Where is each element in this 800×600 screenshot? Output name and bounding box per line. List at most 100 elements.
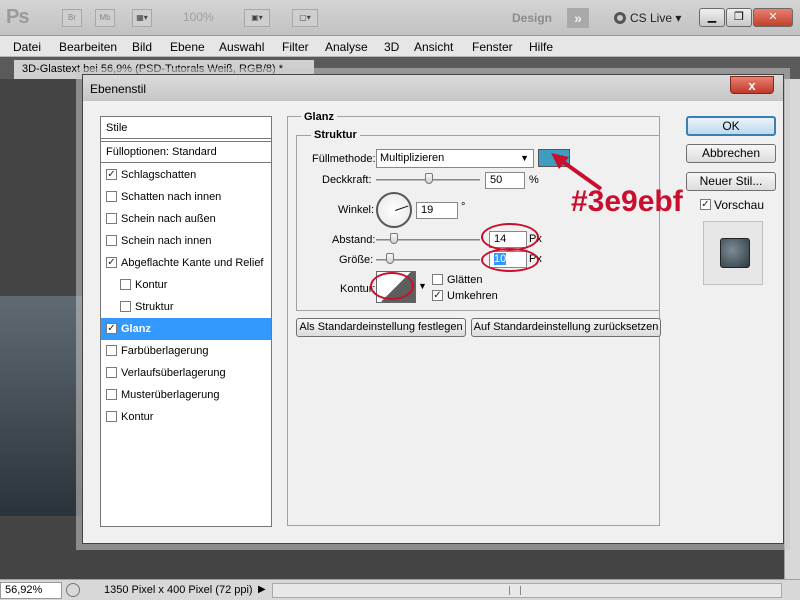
opacity-slider-thumb[interactable] — [425, 173, 433, 184]
styles-header[interactable]: Stile — [101, 117, 271, 139]
menu-auswahl[interactable]: Auswahl — [219, 40, 264, 54]
distance-highlight-ring — [481, 223, 539, 251]
angle-input[interactable]: 19 — [416, 202, 458, 219]
menu-ebene[interactable]: Ebene — [170, 40, 205, 54]
style-item-kontur-sub[interactable]: Kontur — [101, 274, 271, 296]
blending-options-item[interactable]: Fülloptionen: Standard — [101, 141, 271, 163]
minibridge-button[interactable]: Mb — [95, 9, 115, 27]
bridge-button[interactable]: Br — [62, 9, 82, 27]
status-zoom-field[interactable]: 56,92% — [0, 582, 62, 599]
menu-bild[interactable]: Bild — [132, 40, 152, 54]
app-close-icon[interactable]: ✕ — [753, 8, 793, 27]
layer-style-dialog: Ebenenstil x Stile Fülloptionen: Standar… — [82, 74, 784, 544]
distance-slider-thumb[interactable] — [390, 233, 398, 244]
style-checkbox[interactable] — [120, 301, 131, 312]
style-item-farbueberlagerung[interactable]: Farbüberlagerung — [101, 340, 271, 362]
chevron-down-icon: ▼ — [520, 153, 529, 163]
style-item-struktur[interactable]: Struktur — [101, 296, 271, 318]
status-document-info: 1350 Pixel x 400 Pixel (72 ppi) — [104, 584, 253, 596]
dialog-title: Ebenenstil — [90, 82, 147, 96]
cs-live-menu[interactable]: CS Live ▾ — [614, 11, 681, 25]
application-bar: Ps Br Mb ▦▾ 100% ▣▾ ▢▾ Design » CS Live … — [0, 0, 800, 36]
style-checkbox[interactable] — [106, 389, 117, 400]
menu-analyse[interactable]: Analyse — [325, 40, 368, 54]
angle-label: Winkel: — [338, 204, 375, 216]
angle-dial[interactable] — [376, 192, 412, 228]
style-checkbox[interactable] — [106, 411, 117, 422]
style-checkbox[interactable]: ✓ — [106, 323, 117, 334]
make-default-button[interactable]: Als Standardeinstellung festlegen — [296, 318, 466, 337]
menu-3d[interactable]: 3D — [384, 40, 399, 54]
style-checkbox[interactable] — [106, 235, 117, 246]
style-item-schlagschatten[interactable]: ✓ Schlagschatten — [101, 164, 271, 186]
menu-filter[interactable]: Filter — [282, 40, 309, 54]
blend-mode-select[interactable]: Multiplizieren ▼ — [376, 149, 534, 168]
cancel-button[interactable]: Abbrechen — [686, 144, 776, 163]
ok-button[interactable]: OK — [686, 116, 776, 136]
restore-icon[interactable]: ❐ — [726, 8, 752, 27]
menu-fenster[interactable]: Fenster — [472, 40, 513, 54]
scroll-thumb[interactable] — [509, 586, 521, 595]
document-canvas — [0, 296, 90, 516]
contour-dropdown-icon[interactable]: ▼ — [418, 281, 427, 291]
reset-default-button[interactable]: Auf Standardeinstellung zurücksetzen — [471, 318, 661, 337]
smooth-label: Glätten — [447, 274, 483, 286]
style-checkbox[interactable] — [106, 213, 117, 224]
dialog-close-button[interactable]: x — [730, 76, 774, 94]
minimize-icon[interactable]: ▁ — [699, 8, 725, 27]
angle-unit: ° — [461, 201, 466, 213]
workspace-label[interactable]: Design — [512, 11, 552, 25]
style-item-schein-nach-innen[interactable]: Schein nach innen — [101, 230, 271, 252]
style-item-musterueberlagerung[interactable]: Musterüberlagerung — [101, 384, 271, 406]
menu-datei[interactable]: Datei — [13, 40, 41, 54]
struktur-group-title: Struktur — [311, 129, 360, 141]
invert-checkbox[interactable]: ✓ — [432, 290, 443, 301]
opacity-unit: % — [529, 174, 539, 186]
menu-ansicht[interactable]: Ansicht — [414, 40, 453, 54]
size-slider-thumb[interactable] — [386, 253, 394, 264]
color-annotation-text: #3e9ebf — [571, 185, 683, 218]
style-checkbox[interactable] — [106, 191, 117, 202]
style-checkbox[interactable] — [106, 345, 117, 356]
dialog-titlebar[interactable]: Ebenenstil x — [83, 75, 783, 101]
menu-bearbeiten[interactable]: Bearbeiten — [59, 40, 117, 54]
status-menu-arrow-icon[interactable]: ▶ — [258, 584, 266, 595]
photoshop-logo: Ps — [6, 6, 29, 28]
style-item-verlaufsueberlagerung[interactable]: Verlaufsüberlagerung — [101, 362, 271, 384]
opacity-input[interactable]: 50 — [485, 172, 525, 189]
preview-checkbox[interactable]: ✓ — [700, 199, 711, 210]
style-item-glanz[interactable]: ✓ Glanz — [101, 318, 271, 340]
styles-list: Stile Fülloptionen: Standard ✓ Schlagsch… — [100, 116, 272, 527]
distance-label: Abstand: — [332, 234, 376, 246]
cs-live-icon — [614, 12, 626, 24]
menu-hilfe[interactable]: Hilfe — [529, 40, 553, 54]
size-highlight-ring — [481, 248, 539, 272]
style-checkbox[interactable] — [106, 367, 117, 378]
horizontal-scrollbar[interactable] — [272, 583, 782, 598]
vertical-scrollbar[interactable] — [784, 79, 800, 579]
angle-dial-needle — [395, 205, 409, 211]
style-item-schatten-nach-innen[interactable]: Schatten nach innen — [101, 186, 271, 208]
style-checkbox[interactable] — [120, 279, 131, 290]
zoom-level[interactable]: 100% — [183, 10, 214, 24]
status-bar: 56,92% 1350 Pixel x 400 Pixel (72 ppi) ▶ — [0, 579, 800, 600]
style-checkbox[interactable]: ✓ — [106, 257, 117, 268]
screen-mode-icon[interactable]: ▢▾ — [292, 9, 318, 27]
style-item-schein-nach-aussen[interactable]: Schein nach außen — [101, 208, 271, 230]
preview-label: Vorschau — [714, 198, 765, 212]
opacity-label: Deckkraft: — [322, 174, 372, 186]
glanz-section-title: Glanz — [301, 111, 337, 123]
status-info-icon[interactable] — [66, 583, 80, 597]
arrange-documents-icon[interactable]: ▣▾ — [244, 9, 270, 27]
style-item-abgeflachte-kante[interactable]: ✓ Abgeflachte Kante und Relief — [101, 252, 271, 274]
size-label: Größe: — [339, 254, 374, 266]
style-item-kontur[interactable]: Kontur — [101, 406, 271, 428]
invert-label: Umkehren — [447, 290, 498, 302]
new-style-button[interactable]: Neuer Stil... — [686, 172, 776, 191]
menu-bar: Datei Bearbeiten Bild Ebene Auswahl Filt… — [0, 36, 800, 57]
view-extras-icon[interactable]: ▦▾ — [132, 9, 152, 27]
workspace-more-icon[interactable]: » — [567, 8, 589, 28]
contour-highlight-ring — [370, 272, 414, 300]
smooth-checkbox[interactable] — [432, 274, 443, 285]
style-checkbox[interactable]: ✓ — [106, 169, 117, 180]
